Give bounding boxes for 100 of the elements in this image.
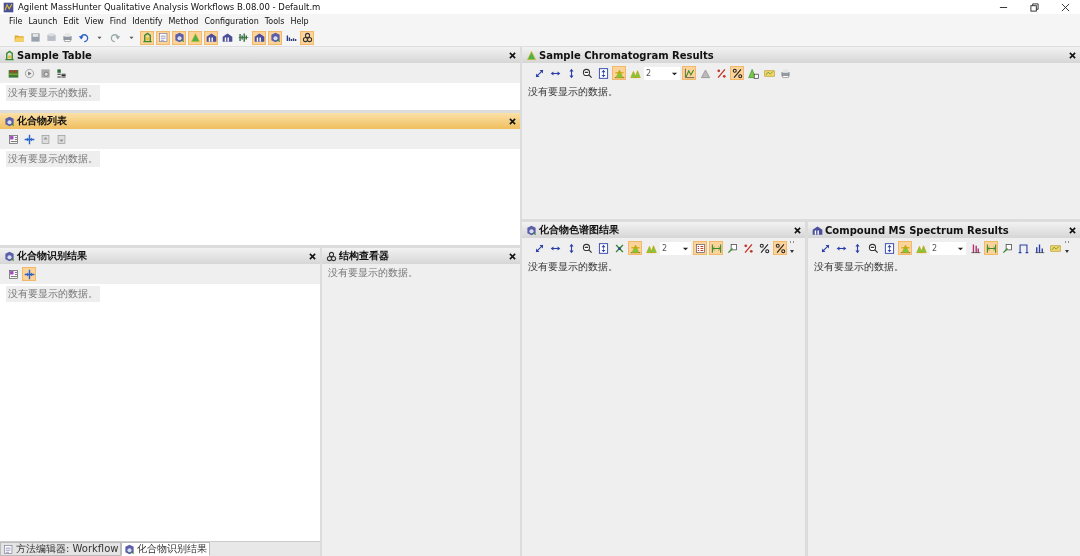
- close-icon[interactable]: [509, 117, 516, 125]
- spectrum-icon: [969, 242, 981, 254]
- close-icon[interactable]: [1069, 51, 1076, 59]
- overflow-button[interactable]: [1064, 241, 1070, 255]
- menu-item[interactable]: Tools: [261, 17, 288, 26]
- card-icon: [7, 133, 19, 145]
- toolbar-button[interactable]: [300, 30, 314, 45]
- fit-height-icon: [883, 242, 895, 254]
- diagonal-arrows-icon: [533, 242, 545, 254]
- toolbar-button[interactable]: [220, 30, 234, 45]
- overflow-button[interactable]: [789, 241, 795, 255]
- toolbar-button[interactable]: [596, 66, 610, 80]
- peak-grid-icon: [747, 67, 759, 79]
- peak-icon: [189, 32, 201, 43]
- percent-icon: [758, 242, 770, 254]
- toolbar-button[interactable]: [866, 241, 880, 255]
- empty-message: 没有要显示的数据。: [814, 260, 904, 274]
- window-title: Agilent MassHunter Qualitative Analysis Workflows B.08.00 - Default.m: [18, 2, 321, 12]
- panel-title: 化合物识别结果: [17, 249, 87, 263]
- close-icon[interactable]: [794, 226, 801, 234]
- empty-message: 没有要显示的数据。: [6, 85, 100, 101]
- list-icon: [55, 67, 67, 79]
- percent-icon: [731, 67, 743, 79]
- fit-height-icon: [597, 67, 609, 79]
- building-icon: [812, 224, 823, 236]
- folder-icon: [13, 32, 25, 43]
- toolbar-button[interactable]: [968, 241, 982, 255]
- bars-icon: [237, 32, 249, 43]
- save-icon: [29, 32, 41, 43]
- overflow-icon: [789, 241, 795, 255]
- toolbar-button[interactable]: [580, 241, 594, 255]
- bracket-icon: [1017, 242, 1029, 254]
- menu-item[interactable]: Identify: [129, 17, 166, 26]
- toolbar-button[interactable]: [693, 241, 707, 255]
- table-icon: [694, 242, 706, 254]
- close-icon[interactable]: [509, 252, 516, 260]
- close-icon[interactable]: [509, 51, 516, 59]
- printer-icon: [779, 67, 791, 79]
- building-icon: [221, 32, 233, 43]
- menu-item[interactable]: Launch: [25, 17, 61, 26]
- printer-icon: [61, 32, 73, 43]
- peaks-icon: [629, 67, 641, 79]
- notepad-icon: [3, 543, 14, 555]
- cube-icon: [173, 32, 185, 43]
- peak-icon: [899, 242, 911, 254]
- peak-icon: [629, 242, 641, 254]
- menu-item[interactable]: File: [6, 17, 26, 26]
- menu-item[interactable]: Configuration: [201, 17, 262, 26]
- peak-count-dropdown[interactable]: 2: [660, 241, 691, 255]
- line-chart-icon: [683, 67, 695, 79]
- toolbar-button[interactable]: [1016, 241, 1030, 255]
- bar-chart-icon: [1033, 242, 1045, 254]
- crosshair-icon: [23, 268, 35, 280]
- toolbar-button[interactable]: [204, 30, 218, 45]
- panel-title: 化合物色谱图结果: [539, 223, 619, 237]
- toolbar-button[interactable]: [773, 241, 787, 255]
- menu-item[interactable]: Help: [287, 17, 312, 26]
- bottom-tab[interactable]: 方法编辑器: Workflow: [0, 542, 122, 556]
- peaks-icon: [645, 242, 657, 254]
- toolbar-button[interactable]: [252, 30, 266, 45]
- redo-icon: [109, 32, 121, 43]
- square-arrow-icon: [726, 242, 738, 254]
- menu-item[interactable]: Method: [165, 17, 202, 26]
- percent-icon: [715, 67, 727, 79]
- fit-height-icon: [597, 242, 609, 254]
- toolbar-button[interactable]: [596, 241, 610, 255]
- toolbar-button[interactable]: [54, 66, 68, 80]
- close-icon[interactable]: [1069, 226, 1076, 234]
- menu-item[interactable]: Find: [106, 17, 130, 26]
- notepad-icon: [157, 32, 169, 43]
- zoom-out-icon: [867, 242, 879, 254]
- panel-title: Sample Table: [17, 49, 92, 61]
- app-icon: [3, 1, 14, 13]
- peak-count-dropdown[interactable]: 2: [644, 66, 680, 80]
- empty-message: 没有要显示的数据。: [528, 260, 618, 274]
- menu-item[interactable]: View: [81, 17, 107, 26]
- menu-item[interactable]: Edit: [60, 17, 82, 26]
- chart-icon: [763, 67, 775, 79]
- toolbar-button[interactable]: [730, 66, 744, 80]
- toolbar-button[interactable]: [757, 241, 771, 255]
- panel-title: 结构查看器: [339, 249, 389, 263]
- toolbar-button[interactable]: [580, 66, 594, 80]
- toolbar-button[interactable]: [268, 30, 282, 45]
- restore-icon[interactable]: [1030, 2, 1039, 12]
- card-icon: [7, 268, 19, 280]
- close-icon[interactable]: [1061, 2, 1070, 12]
- bottom-tab[interactable]: 化合物识别结果: [121, 542, 211, 556]
- empty-message: 没有要显示的数据。: [528, 85, 618, 99]
- toolbar-button[interactable]: [1032, 241, 1046, 255]
- empty-message: 没有要显示的数据。: [6, 151, 100, 167]
- peak-count-dropdown[interactable]: 2: [930, 241, 966, 255]
- toolbar-button[interactable]: [172, 30, 186, 45]
- toolbar-button[interactable]: [236, 30, 250, 45]
- cube-icon: [526, 224, 537, 236]
- toolbar-button[interactable]: [882, 241, 896, 255]
- copy-icon: [45, 32, 57, 43]
- close-icon[interactable]: [309, 252, 316, 260]
- diagonal-arrows-icon: [819, 242, 831, 254]
- zoom-out-icon: [581, 242, 593, 254]
- play-icon: [23, 67, 35, 79]
